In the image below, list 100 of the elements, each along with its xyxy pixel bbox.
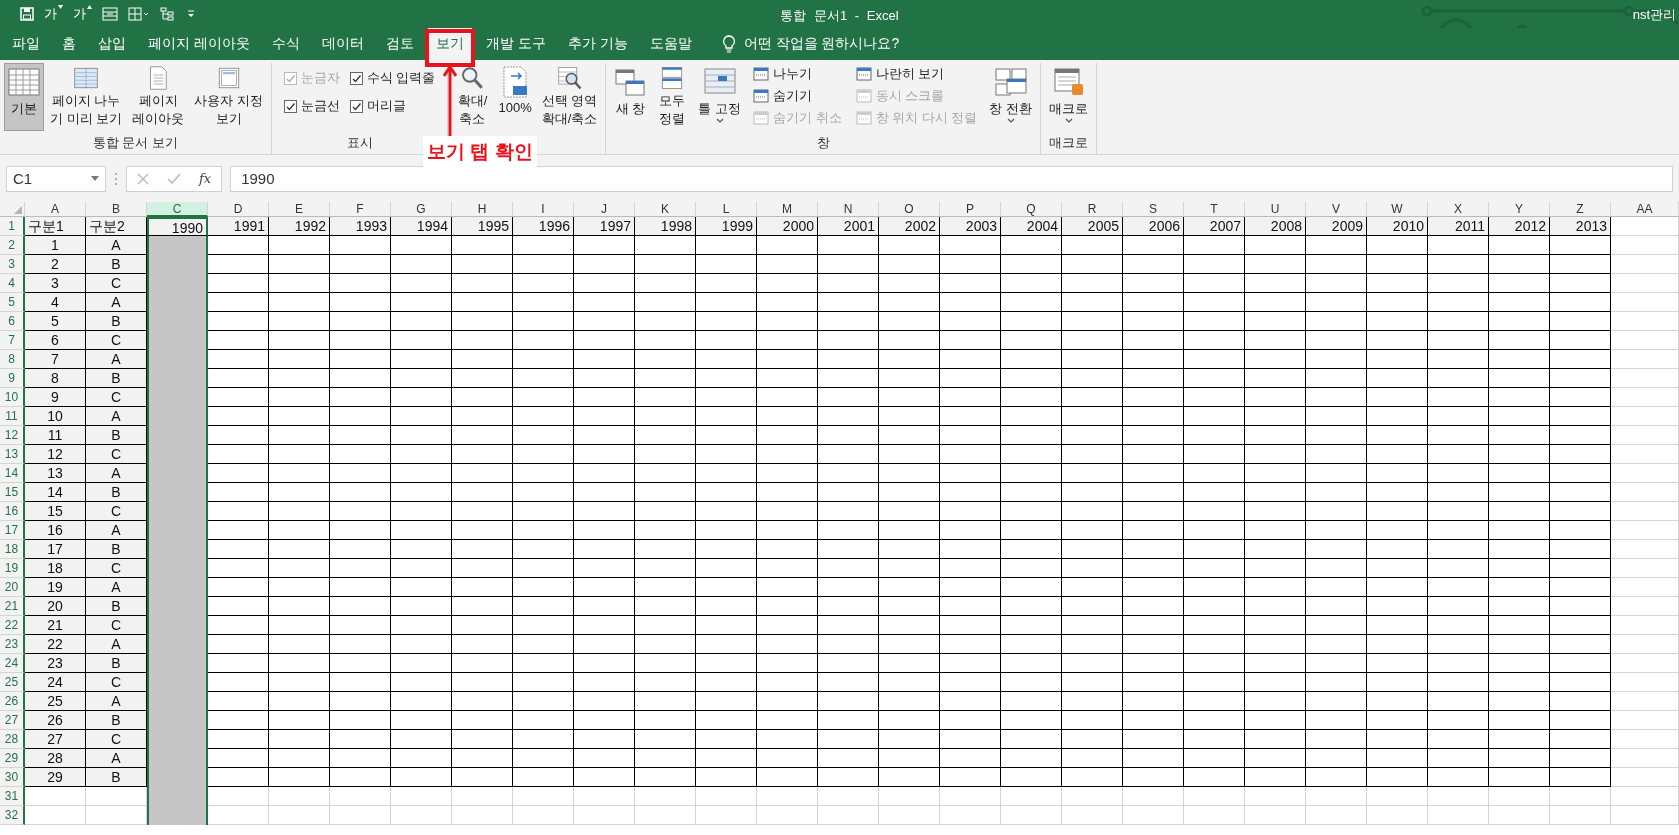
- row-header[interactable]: 8: [0, 350, 25, 369]
- lightbulb-icon[interactable]: [721, 35, 736, 53]
- row-header[interactable]: 18: [0, 540, 25, 559]
- ribbon-button[interactable]: 100%: [494, 63, 536, 131]
- ribbon-button[interactable]: 숨기기: [753, 87, 842, 105]
- column-header[interactable]: K: [635, 202, 696, 217]
- ribbon-tab[interactable]: 수식: [263, 28, 308, 60]
- ribbon-button[interactable]: 창 전환: [985, 63, 1037, 131]
- ribbon-button[interactable]: 선택 영역 확대/축소: [537, 63, 602, 131]
- row-header[interactable]: 16: [0, 502, 25, 521]
- column-header[interactable]: A: [25, 202, 86, 217]
- ribbon-button[interactable]: 나누기: [753, 65, 842, 83]
- name-box[interactable]: C1: [6, 165, 106, 192]
- row-header[interactable]: 26: [0, 692, 25, 711]
- formula-field[interactable]: 1990: [230, 165, 1673, 192]
- column-header[interactable]: H: [452, 202, 513, 217]
- column-header[interactable]: X: [1428, 202, 1489, 217]
- row-header[interactable]: 11: [0, 407, 25, 426]
- row-header[interactable]: 10: [0, 388, 25, 407]
- customize-icon[interactable]: [186, 9, 196, 19]
- check-icon: [284, 100, 296, 112]
- column-header[interactable]: M: [757, 202, 818, 217]
- row-header[interactable]: 1: [0, 217, 25, 236]
- row-header[interactable]: 3: [0, 255, 25, 274]
- column-header[interactable]: G: [391, 202, 452, 217]
- row-header[interactable]: 2: [0, 236, 25, 255]
- column-header[interactable]: N: [818, 202, 879, 217]
- form-icon[interactable]: [102, 7, 118, 21]
- row-header[interactable]: 12: [0, 426, 25, 445]
- row-header[interactable]: 32: [0, 806, 25, 825]
- row-header[interactable]: 27: [0, 711, 25, 730]
- column-header[interactable]: D: [208, 202, 269, 217]
- row-header[interactable]: 30: [0, 768, 25, 787]
- ribbon-button[interactable]: 새 창: [610, 63, 651, 131]
- ribbon-tab[interactable]: 개발 도구: [477, 28, 554, 60]
- column-header[interactable]: L: [696, 202, 757, 217]
- ribbon-tab[interactable]: 페이지 레이아웃: [140, 28, 258, 60]
- row-header[interactable]: 21: [0, 597, 25, 616]
- ribbon-tab[interactable]: 파일: [4, 28, 48, 60]
- font-size-button[interactable]: 가: [44, 5, 63, 23]
- search-field[interactable]: 어떤 작업을 원하시나요?: [743, 35, 900, 53]
- row-header[interactable]: 13: [0, 445, 25, 464]
- column-header[interactable]: Y: [1489, 202, 1550, 217]
- ribbon-tab[interactable]: 데이터: [313, 28, 372, 60]
- checkbox[interactable]: 수식 입력줄: [349, 69, 436, 87]
- row-header[interactable]: 31: [0, 787, 25, 806]
- row-header[interactable]: 9: [0, 369, 25, 388]
- row-header[interactable]: 14: [0, 464, 25, 483]
- ribbon-tab[interactable]: 홈: [54, 28, 84, 60]
- ribbon-tab[interactable]: 추가 기능: [559, 28, 636, 60]
- ribbon-button[interactable]: 페이지 나누 기 미리 보기: [46, 63, 127, 131]
- column-header[interactable]: V: [1306, 202, 1367, 217]
- column-header[interactable]: S: [1123, 202, 1184, 217]
- column-header[interactable]: I: [513, 202, 574, 217]
- ribbon-button[interactable]: 매크로: [1045, 63, 1093, 131]
- column-header[interactable]: O: [879, 202, 940, 217]
- ribbon-button[interactable]: 모두 정렬: [652, 63, 693, 131]
- column-header[interactable]: B: [86, 202, 147, 217]
- checkbox[interactable]: 눈금선: [283, 97, 340, 115]
- row-header[interactable]: 17: [0, 521, 25, 540]
- row-header[interactable]: 15: [0, 483, 25, 502]
- column-header[interactable]: P: [940, 202, 1001, 217]
- checkbox[interactable]: 머리글: [349, 97, 436, 115]
- row-header[interactable]: 6: [0, 312, 25, 331]
- column-header[interactable]: E: [269, 202, 330, 217]
- row-header[interactable]: 29: [0, 749, 25, 768]
- ribbon-button[interactable]: 페이지 레이아웃: [128, 63, 189, 131]
- row-header[interactable]: 5: [0, 293, 25, 312]
- tree-icon[interactable]: [160, 7, 176, 21]
- row-header[interactable]: 20: [0, 578, 25, 597]
- ribbon-button[interactable]: 사용자 지정 보기: [190, 63, 267, 131]
- column-header[interactable]: F: [330, 202, 391, 217]
- column-header[interactable]: C: [147, 202, 208, 217]
- save-icon[interactable]: [20, 7, 34, 21]
- ribbon-button[interactable]: 틀 고정: [694, 63, 745, 131]
- column-header[interactable]: Z: [1550, 202, 1611, 217]
- row-header[interactable]: 24: [0, 654, 25, 673]
- row-header[interactable]: 22: [0, 616, 25, 635]
- ribbon-tab[interactable]: 도움말: [641, 28, 700, 60]
- row-header[interactable]: 28: [0, 730, 25, 749]
- row-header[interactable]: 19: [0, 559, 25, 578]
- column-header[interactable]: J: [574, 202, 635, 217]
- column-header[interactable]: T: [1184, 202, 1245, 217]
- ribbon-button[interactable]: 나란히 보기: [855, 65, 978, 83]
- ribbon-tab[interactable]: 검토: [377, 28, 422, 60]
- column-header[interactable]: R: [1062, 202, 1123, 217]
- insert-function-button[interactable]: fx: [199, 171, 212, 186]
- row-header[interactable]: 25: [0, 673, 25, 692]
- row-header[interactable]: 7: [0, 331, 25, 350]
- ribbon-button[interactable]: 확대/ 축소: [452, 63, 493, 131]
- ribbon-tab[interactable]: 삽입: [90, 28, 134, 60]
- font-size-button[interactable]: 가: [73, 5, 92, 23]
- column-header[interactable]: W: [1367, 202, 1428, 217]
- column-header[interactable]: U: [1245, 202, 1306, 217]
- ribbon-button[interactable]: 기본: [4, 63, 44, 131]
- row-header[interactable]: 23: [0, 635, 25, 654]
- borders-icon[interactable]: [128, 7, 150, 21]
- row-header[interactable]: 4: [0, 274, 25, 293]
- column-header[interactable]: AA: [1611, 202, 1679, 217]
- column-header[interactable]: Q: [1001, 202, 1062, 217]
